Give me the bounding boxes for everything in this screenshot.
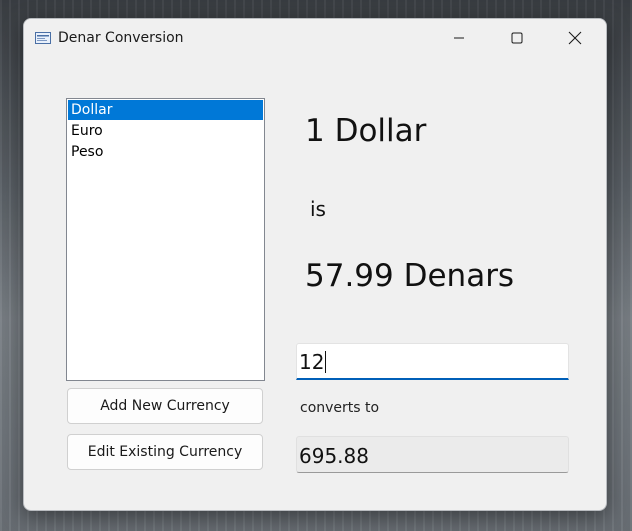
currency-list-item-dollar[interactable]: Dollar bbox=[68, 100, 263, 120]
currency-list-item-euro[interactable]: Euro bbox=[68, 121, 263, 141]
rate-value-label: 57.99 Denars bbox=[305, 258, 515, 294]
currency-listbox[interactable]: Dollar Euro Peso bbox=[66, 98, 265, 381]
close-button[interactable] bbox=[546, 19, 604, 57]
converts-to-label: converts to bbox=[300, 400, 380, 416]
title-bar[interactable]: Denar Conversion bbox=[24, 19, 606, 59]
minimize-icon bbox=[454, 37, 464, 39]
close-icon bbox=[568, 31, 582, 45]
app-icon bbox=[35, 32, 51, 44]
converted-output-field: 695.88 bbox=[296, 436, 569, 473]
converted-output-value: 695.88 bbox=[299, 444, 369, 468]
currency-list-item-peso[interactable]: Peso bbox=[68, 142, 263, 162]
maximize-icon bbox=[511, 32, 523, 44]
maximize-button[interactable] bbox=[488, 19, 546, 57]
add-new-currency-button[interactable]: Add New Currency bbox=[67, 388, 263, 424]
amount-input-value: 12 bbox=[299, 350, 325, 374]
text-caret bbox=[325, 351, 327, 373]
app-window: Denar Conversion Dollar Euro Peso Add Ne… bbox=[23, 18, 607, 511]
amount-input[interactable]: 12 bbox=[296, 343, 569, 380]
is-label: is bbox=[310, 197, 326, 221]
amount-label: 1 Dollar bbox=[305, 113, 427, 149]
minimize-button[interactable] bbox=[430, 19, 488, 57]
edit-existing-currency-button[interactable]: Edit Existing Currency bbox=[67, 434, 263, 470]
window-title: Denar Conversion bbox=[58, 30, 184, 46]
